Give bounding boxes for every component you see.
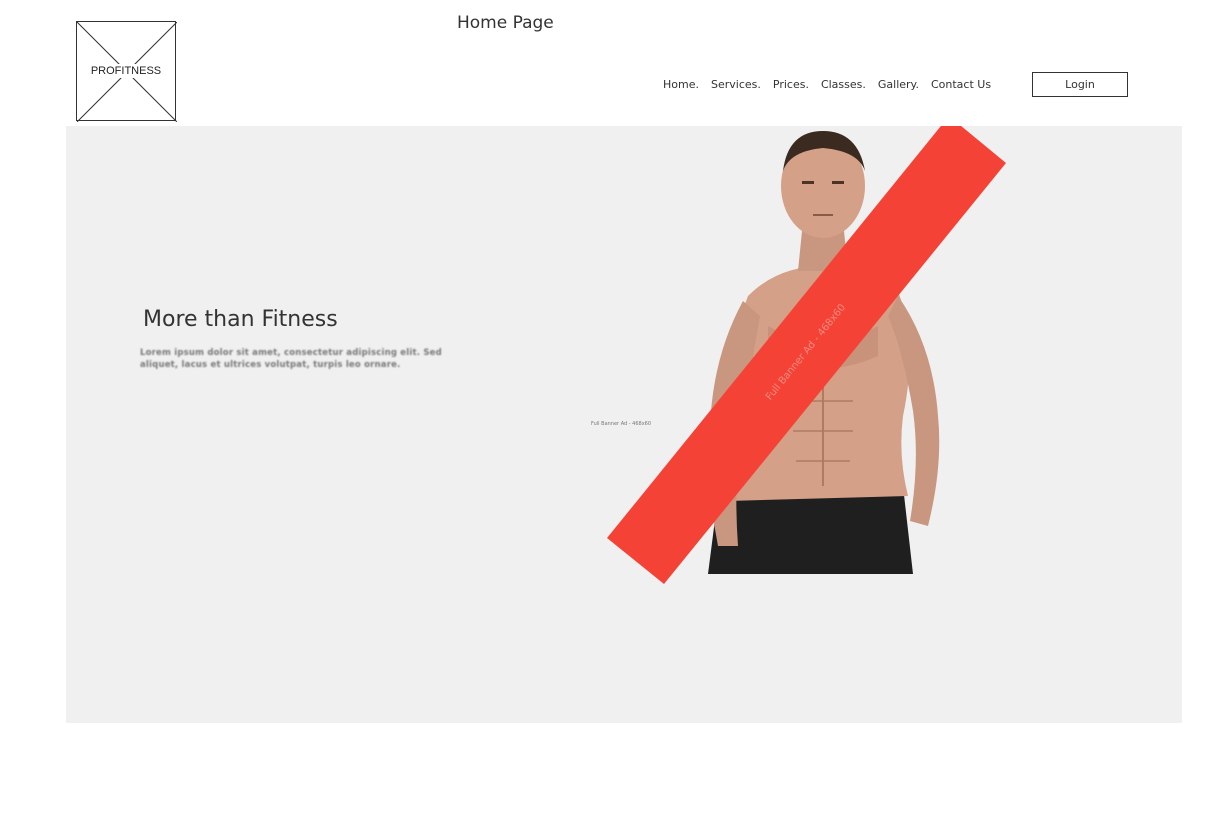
nav-item-gallery[interactable]: Gallery. xyxy=(878,78,919,91)
page-title: Home Page xyxy=(457,13,554,33)
hero-heading: More than Fitness xyxy=(143,307,338,332)
main-nav: Home. Services. Prices. Classes. Gallery… xyxy=(663,78,991,91)
hero-section: More than Fitness Lorem ipsum dolor sit … xyxy=(66,126,1182,723)
nav-item-contact[interactable]: Contact Us xyxy=(931,78,991,91)
nav-item-home[interactable]: Home. xyxy=(663,78,699,91)
nav-item-prices[interactable]: Prices. xyxy=(773,78,809,91)
logo-placeholder[interactable]: PROFITNESS xyxy=(76,21,177,122)
ad-label-small: Full Banner Ad - 468x60 xyxy=(591,421,652,427)
page: PROFITNESS Home Page Home. Services. Pri… xyxy=(0,0,1232,833)
hero-description: Lorem ipsum dolor sit amet, consectetur … xyxy=(140,348,442,370)
login-button[interactable]: Login xyxy=(1032,72,1128,97)
nav-item-services[interactable]: Services. xyxy=(711,78,761,91)
logo-text: PROFITNESS xyxy=(77,64,175,78)
nav-item-classes[interactable]: Classes. xyxy=(821,78,866,91)
